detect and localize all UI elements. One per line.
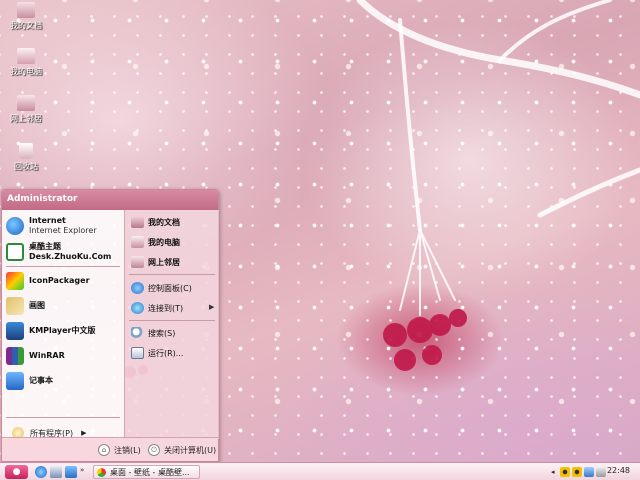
start-menu-footer: ⌂ 注销(L) ⏻ 关闭计算机(U) [2, 437, 218, 461]
program-notepad[interactable]: 记事本 [6, 369, 122, 393]
network-places-icon [131, 256, 144, 268]
tool-label: 运行(R)... [148, 348, 184, 358]
start-menu: Administrator Internet Internet Explorer… [1, 189, 219, 462]
desktop-icon-label: 网上邻居 [10, 114, 42, 123]
show-desktop-icon[interactable] [50, 466, 62, 478]
place-label: 网上邻居 [148, 257, 180, 267]
program-kmplayer[interactable]: KMPlayer中文版 [6, 319, 122, 343]
notepad-icon [6, 372, 24, 390]
start-button[interactable]: ● [5, 465, 28, 479]
recycle-bin-icon [19, 143, 33, 159]
qq-icon[interactable] [559, 467, 570, 477]
shutdown-label: 关闭计算机(U) [164, 445, 217, 455]
logoff-button[interactable]: ⌂ 注销(L) [98, 443, 141, 457]
pinned-internet[interactable]: Internet Internet Explorer [6, 214, 122, 238]
logoff-label: 注销(L) [114, 445, 141, 455]
volume-icon[interactable] [595, 467, 606, 477]
control-panel-icon [131, 282, 144, 294]
pinned-subtitle: Desk.ZhuoKu.Com [29, 252, 112, 261]
my-documents-icon [17, 2, 35, 18]
run-item[interactable]: 运行(R)... [131, 345, 183, 361]
zhuoku-theme-icon [6, 243, 24, 261]
connect-to-item[interactable]: 连接到(T) [131, 300, 183, 316]
program-paint[interactable]: 画图 [6, 294, 122, 318]
chevron-double-right-icon[interactable]: » [80, 466, 84, 474]
taskbar: ● » 桌面 - 壁纸 - 桌酷壁... ◂ 22:48 [0, 462, 640, 480]
desktop-icon-recycle-bin[interactable]: 回收站 [2, 143, 50, 172]
desktop-icon-label: 我的电脑 [10, 67, 42, 76]
search-item[interactable]: 搜索(S) [131, 325, 175, 341]
desktop-icon-label: 我的文档 [10, 21, 42, 30]
system-label: 控制面板(C) [148, 283, 192, 293]
system-label: 连接到(T) [148, 303, 184, 313]
chevron-right-icon: ▶ [209, 303, 215, 311]
tray-expand-icon[interactable]: ◂ [551, 468, 555, 476]
place-label: 我的文档 [148, 217, 180, 227]
place-my-computer[interactable]: 我的电脑 [131, 234, 180, 250]
connect-to-icon [131, 302, 144, 314]
desktop-icon-network-places[interactable]: 网上邻居 [2, 95, 50, 124]
place-my-documents[interactable]: 我的文档 [131, 214, 180, 230]
program-iconpackager[interactable]: IconPackager [6, 269, 122, 293]
clock[interactable]: 22:48 [607, 466, 630, 475]
program-label: WinRAR [29, 351, 65, 360]
pinned-title: 桌酷主题 [29, 242, 61, 251]
media-player-icon[interactable] [65, 466, 77, 478]
program-label: IconPackager [29, 276, 90, 285]
separator [6, 417, 120, 418]
chevron-right-icon: ▶ [81, 429, 87, 437]
pinned-zhuoku[interactable]: 桌酷主题 Desk.ZhuoKu.Com [6, 240, 122, 264]
run-icon [131, 347, 144, 359]
winrar-icon [6, 347, 24, 365]
start-menu-user: Administrator [2, 190, 218, 210]
program-label: 画图 [29, 301, 45, 310]
control-panel-item[interactable]: 控制面板(C) [131, 280, 192, 296]
my-computer-icon [17, 48, 35, 64]
power-icon: ⏻ [148, 444, 160, 456]
internet-explorer-icon[interactable] [35, 466, 47, 478]
place-label: 我的电脑 [148, 237, 180, 247]
my-computer-icon [131, 236, 144, 248]
kmplayer-icon [6, 322, 24, 340]
network-icon[interactable] [583, 467, 594, 477]
start-menu-programs: Internet Internet Explorer 桌酷主题 Desk.Zhu… [2, 210, 124, 439]
program-label: 记事本 [29, 376, 53, 385]
start-menu-places: 我的文档 我的电脑 网上邻居 控制面板(C) 连接到(T) ▶ 搜索(S) 运行… [124, 210, 219, 439]
program-winrar[interactable]: WinRAR [6, 344, 122, 368]
pinned-subtitle: Internet Explorer [29, 226, 97, 235]
network-places-icon [17, 95, 35, 111]
search-icon [131, 327, 144, 339]
separator [6, 266, 120, 267]
chrome-icon [97, 467, 106, 477]
taskbar-window-button[interactable]: 桌面 - 壁纸 - 桌酷壁... [93, 465, 200, 479]
tool-label: 搜索(S) [148, 328, 176, 338]
pinned-title: Internet [29, 216, 66, 225]
paint-icon [6, 297, 24, 315]
desktop-icon-my-documents[interactable]: 我的文档 [2, 2, 50, 31]
internet-explorer-icon [6, 217, 24, 235]
taskbar-window-title: 桌面 - 壁纸 - 桌酷壁... [110, 467, 190, 477]
apple-logo-icon: ● [12, 467, 21, 477]
qq-icon[interactable] [571, 467, 582, 477]
my-documents-icon [131, 216, 144, 228]
logoff-icon: ⌂ [98, 444, 110, 456]
separator [129, 320, 215, 321]
program-label: KMPlayer中文版 [29, 326, 96, 335]
separator [129, 274, 215, 275]
desktop-icon-label: 回收站 [14, 162, 38, 171]
iconpackager-icon [6, 272, 24, 290]
shutdown-button[interactable]: ⏻ 关闭计算机(U) [148, 443, 216, 457]
desktop-icon-my-computer[interactable]: 我的电脑 [2, 48, 50, 77]
place-network[interactable]: 网上邻居 [131, 254, 180, 270]
